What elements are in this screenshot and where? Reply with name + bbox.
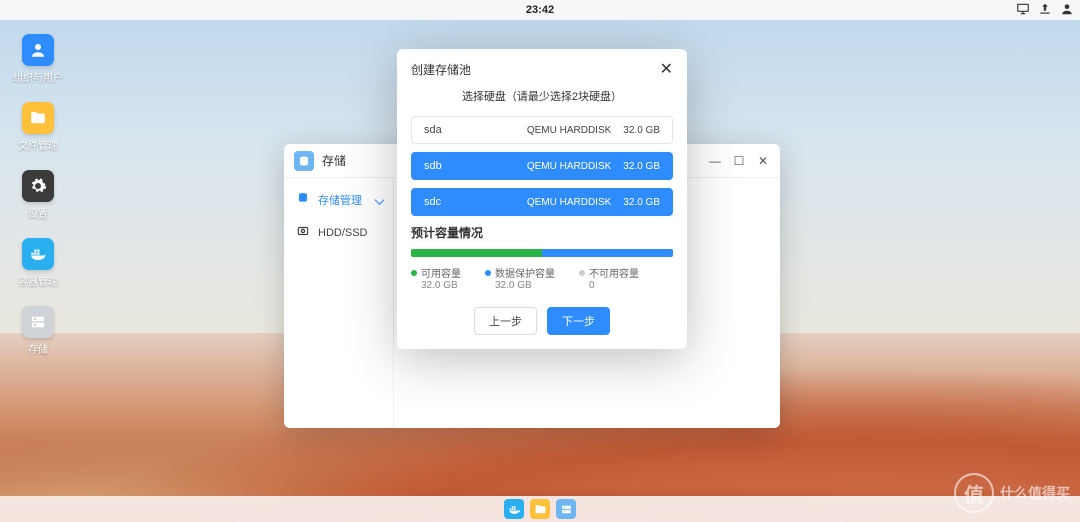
- legend-item: 数据保护容量32.0 GB: [485, 265, 555, 291]
- legend-item: 可用容量32.0 GB: [411, 265, 461, 291]
- dialog-close-button[interactable]: ✕: [660, 62, 673, 78]
- folder-icon: [22, 102, 54, 134]
- capacity-bar-protection: [542, 249, 673, 257]
- stack-icon: [296, 191, 310, 208]
- legend-label: 可用容量: [411, 265, 461, 280]
- desktop-icon-label: 容器管理: [18, 273, 58, 288]
- desktop-icon-gear[interactable]: 设置: [16, 170, 60, 220]
- dock-app-folder[interactable]: [530, 499, 550, 519]
- desktop-icon-folder[interactable]: 文件管理: [16, 102, 60, 152]
- dialog-subtitle: 选择硬盘（请最少选择2块硬盘）: [411, 88, 673, 104]
- window-maximize-button[interactable]: ☐: [732, 154, 746, 168]
- capacity-section-title: 预计容量情况: [411, 224, 673, 241]
- sidebar-item-stack[interactable]: 存储管理: [284, 183, 393, 216]
- desktop-icon-container[interactable]: 容器管理: [16, 238, 60, 288]
- desktop-icon-disk[interactable]: 存储: [16, 306, 60, 356]
- monitor-icon[interactable]: [1016, 2, 1030, 19]
- capacity-bar: [411, 249, 673, 257]
- prev-button[interactable]: 上一步: [474, 307, 537, 335]
- storage-window-icon: [294, 151, 314, 171]
- gear-icon: [22, 170, 54, 202]
- disk-row-sda[interactable]: sdaQEMU HARDDISK 32.0 GB: [411, 116, 673, 144]
- disk-model: QEMU HARDDISK: [527, 125, 611, 136]
- legend-label: 数据保护容量: [485, 265, 555, 280]
- disk-row-sdc[interactable]: sdcQEMU HARDDISK 32.0 GB: [411, 188, 673, 216]
- legend-value: 32.0 GB: [421, 280, 461, 291]
- create-pool-dialog: 创建存储池 ✕ 选择硬盘（请最少选择2块硬盘） sdaQEMU HARDDISK…: [397, 49, 687, 349]
- legend-item: 不可用容量0: [579, 265, 639, 291]
- window-close-button[interactable]: ✕: [756, 154, 770, 168]
- disk-row-sdb[interactable]: sdbQEMU HARDDISK 32.0 GB: [411, 152, 673, 180]
- disk-name: sda: [424, 124, 527, 136]
- clock: 23:42: [526, 4, 554, 16]
- sidebar-item-hdd[interactable]: HDD/SSD: [284, 216, 393, 249]
- desktop-icon-label: 存储: [28, 341, 48, 356]
- sidebar-item-label: 存储管理: [318, 192, 362, 208]
- dock: [0, 496, 1080, 522]
- watermark: 值 什么值得买: [930, 470, 1070, 516]
- sidebar-item-label: HDD/SSD: [318, 227, 368, 239]
- disk-size: 32.0 GB: [623, 197, 660, 208]
- window-minimize-button[interactable]: —: [708, 154, 722, 168]
- users-icon: [22, 34, 54, 66]
- next-button[interactable]: 下一步: [547, 307, 610, 335]
- legend-label: 不可用容量: [579, 265, 639, 280]
- desktop-icon-label: 文件管理: [18, 137, 58, 152]
- disk-name: sdb: [424, 160, 527, 172]
- legend-value: 32.0 GB: [495, 280, 555, 291]
- desktop-icon-users[interactable]: 组织与用户: [16, 34, 60, 84]
- desktop-icon-label: 设置: [28, 205, 48, 220]
- disk-size: 32.0 GB: [623, 125, 660, 136]
- disk-model: QEMU HARDDISK: [527, 197, 611, 208]
- disk-icon: [22, 306, 54, 338]
- storage-sidebar: 存储管理 HDD/SSD: [284, 178, 394, 428]
- capacity-bar-usable: [411, 249, 542, 257]
- dock-app-container[interactable]: [504, 499, 524, 519]
- hdd-icon: [296, 224, 310, 241]
- user-icon[interactable]: [1060, 2, 1074, 19]
- dock-app-disk[interactable]: [556, 499, 576, 519]
- top-bar: 23:42: [0, 0, 1080, 20]
- disk-model: QEMU HARDDISK: [527, 161, 611, 172]
- system-tray: [1016, 2, 1074, 19]
- legend-value: 0: [589, 280, 639, 291]
- disk-name: sdc: [424, 196, 527, 208]
- disk-size: 32.0 GB: [623, 161, 660, 172]
- container-icon: [22, 238, 54, 270]
- upload-icon[interactable]: [1038, 2, 1052, 19]
- desktop-icon-label: 组织与用户: [13, 69, 63, 84]
- dialog-title: 创建存储池: [411, 61, 471, 78]
